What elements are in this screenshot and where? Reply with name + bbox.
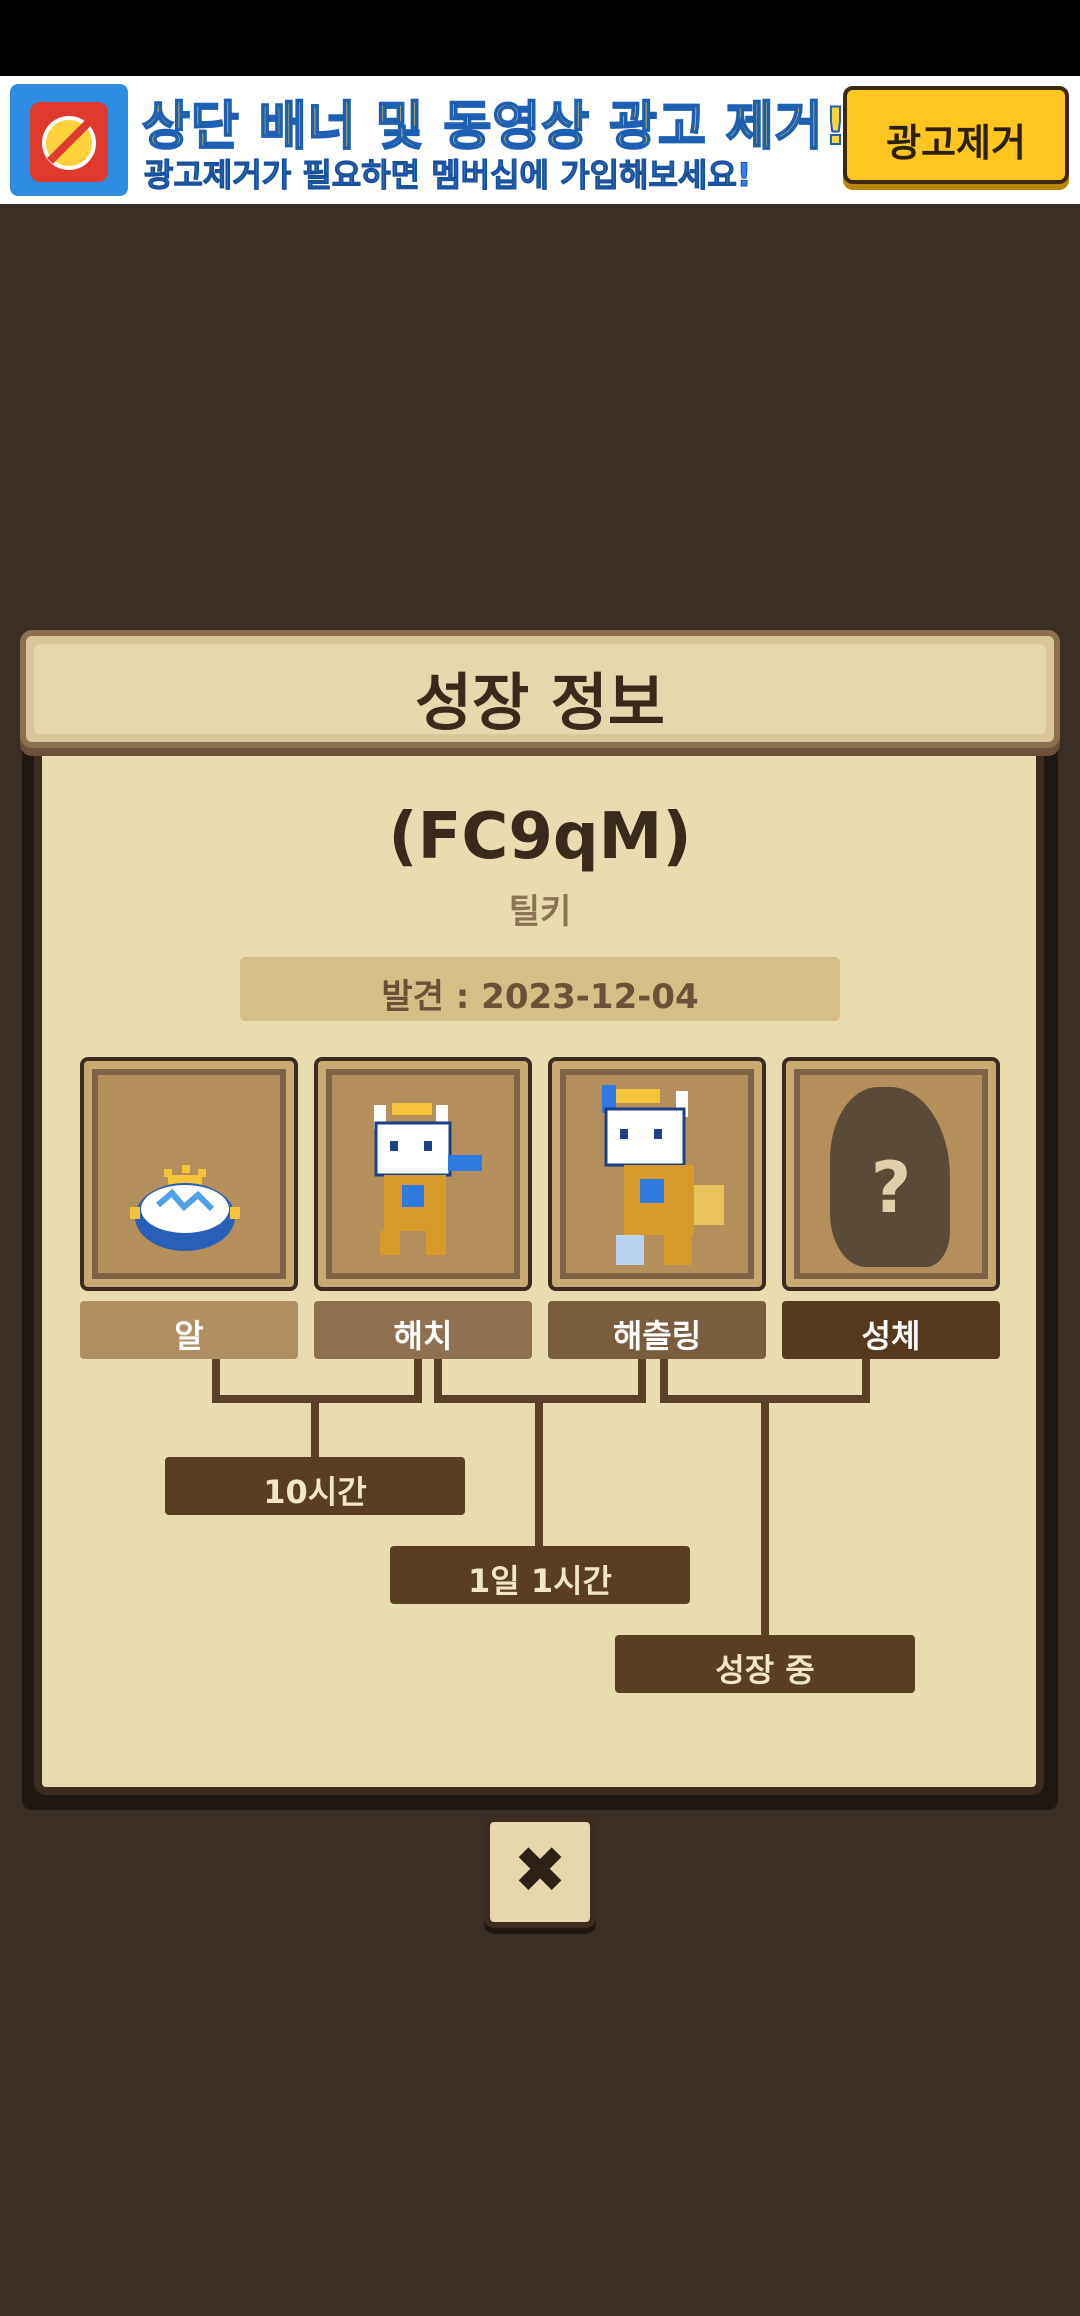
close-button[interactable]: ✖ (484, 1816, 596, 1928)
connector-line (638, 1359, 646, 1399)
connector-line (434, 1359, 442, 1399)
connector-line (862, 1359, 870, 1399)
duration-egg-to-hatch: 10시간 (165, 1457, 465, 1515)
remove-ads-button[interactable]: 광고제거 (843, 86, 1069, 184)
duration-hatch-to-hatchling: 1일 1시간 (390, 1546, 690, 1604)
connector-line (212, 1359, 220, 1399)
stage-label-hatch: 해치 (314, 1301, 532, 1359)
panel-header: 성장 정보 (20, 630, 1060, 748)
close-icon: ✖ (513, 1834, 567, 1908)
stage-label-egg: 알 (80, 1301, 298, 1359)
duration-growing: 성장 중 (615, 1635, 915, 1693)
pet-id: (FC9qM) (388, 800, 692, 874)
stage-card-hatch[interactable] (314, 1057, 532, 1291)
found-date: 발견 : 2023-12-04 (381, 977, 699, 1017)
connector-line (535, 1399, 543, 1546)
young-cat-sprite (602, 1085, 724, 1265)
egg-sprite (130, 1165, 240, 1251)
connector-line (660, 1359, 668, 1399)
mystery-mark: ? (870, 1147, 912, 1229)
ad-subtitle: 광고제거가 필요하면 멤버십에 가입해보세요! (143, 156, 752, 195)
stage-card-egg[interactable] (80, 1057, 298, 1291)
ad-title: 상단 배너 및 동영상 광고 제거! (141, 96, 849, 158)
stage-label-adult: 성체 (782, 1301, 1000, 1359)
hatchling-cat-sprite (374, 1103, 482, 1255)
stage-card-adult[interactable]: ? (782, 1057, 1000, 1291)
status-bar (0, 0, 1080, 76)
connector-line (761, 1399, 769, 1635)
pet-species: 틸키 (508, 892, 572, 932)
found-date-badge: 발견 : 2023-12-04 (240, 957, 840, 1021)
panel-title: 성장 정보 (415, 666, 665, 739)
stage-label-hatchling: 해츨링 (548, 1301, 766, 1359)
ad-banner[interactable]: 상단 배너 및 동영상 광고 제거! 광고제거가 필요하면 멤버십에 가입해보세… (0, 76, 1080, 204)
remove-ads-label: 광고제거 (886, 121, 1026, 165)
connector-line (311, 1399, 319, 1457)
no-ads-clock-icon (10, 84, 128, 196)
stage-card-hatchling[interactable] (548, 1057, 766, 1291)
connector-line (414, 1359, 422, 1399)
